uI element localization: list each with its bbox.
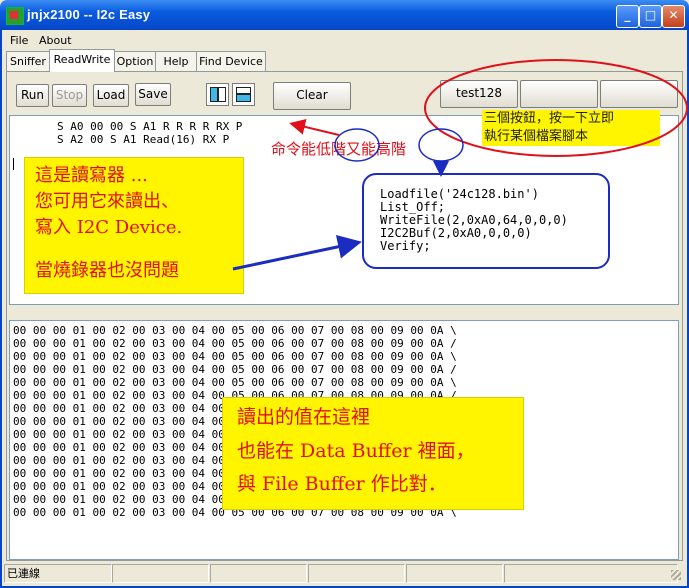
- callout-line: 您可用它來讀出、: [35, 191, 179, 212]
- script-buttons-note: 三個按鈕，按一下立即 執行某個檔案腳本: [482, 110, 660, 146]
- status-cell: [112, 564, 209, 583]
- script-example-box: Loadfile('24c128.bin') List_Off; WriteFi…: [362, 173, 610, 269]
- tab-sniffer[interactable]: Sniffer: [6, 51, 50, 71]
- status-cell: [308, 564, 405, 583]
- tab-find-device[interactable]: Find Device: [196, 51, 266, 71]
- buffer-callout: 讀出的值在這裡 也能在 Data Buffer 裡面， 與 File Buffe…: [222, 397, 524, 510]
- note-line: 三個按鈕，按一下立即: [484, 111, 615, 126]
- split-horizontal-icon[interactable]: [232, 83, 255, 106]
- note-line: 執行某個檔案腳本: [484, 129, 589, 144]
- script-line: WriteFile(2,0xA0,64,0,0,0): [380, 213, 568, 227]
- note-part-low: 低階: [316, 140, 347, 158]
- callout-line: 寫入 I2C Device.: [35, 217, 183, 238]
- resize-grip[interactable]: [671, 570, 681, 580]
- script-line: List_Off;: [380, 200, 446, 214]
- callout-line: 與 File Buffer 作比對．: [237, 473, 447, 495]
- script-button-3[interactable]: [600, 80, 678, 108]
- app-icon: [6, 7, 24, 25]
- script-button-2[interactable]: [520, 80, 598, 108]
- script-line: I2C2Buf(2,0xA0,0,0,0): [380, 226, 532, 240]
- callout-line: 當燒錄器也沒問題: [35, 260, 179, 281]
- callout-line: 也能在 Data Buffer 裡面，: [237, 440, 475, 462]
- script-button-1[interactable]: test128: [440, 80, 518, 108]
- status-cell: [406, 564, 503, 583]
- maximize-button[interactable]: □: [639, 5, 662, 28]
- clear-button[interactable]: Clear: [273, 82, 351, 110]
- note-part: 又能: [346, 140, 377, 158]
- menu-file[interactable]: File: [10, 34, 28, 47]
- hex-row: 00 00 00 01 00 02 00 03 00 04 00 05 00 0…: [13, 376, 457, 389]
- hex-row: 00 00 00 01 00 02 00 03 00 04 00 05 00 0…: [13, 324, 457, 337]
- hex-row: 00 00 00 01 00 02 00 03 00 04 00 05 00 0…: [13, 363, 457, 376]
- save-button[interactable]: Save: [135, 83, 171, 106]
- command-line: S A0 00 00 S A1 R R R R RX P: [57, 120, 243, 133]
- split-vertical-icon[interactable]: [206, 83, 229, 106]
- hex-row: 00 00 00 01 00 02 00 03 00 04 00 05 00 0…: [13, 337, 457, 350]
- minimize-button[interactable]: _: [616, 5, 639, 28]
- script-line: Verify;: [380, 239, 431, 253]
- script-line: Loadfile('24c128.bin'): [380, 187, 539, 201]
- note-part-high: 高階: [376, 140, 407, 158]
- status-cell: [504, 564, 678, 583]
- window-title: jnjx2100 -- I2c Easy: [27, 7, 151, 22]
- text-cursor: [13, 158, 14, 170]
- close-button[interactable]: ✕: [662, 5, 685, 28]
- callout-line: 讀出的值在這裡: [237, 406, 371, 428]
- stop-button[interactable]: Stop: [52, 84, 87, 107]
- connection-status: 已連線: [4, 564, 112, 583]
- hex-row: 00 00 00 01 00 02 00 03 00 04 00 05 00 0…: [13, 350, 457, 363]
- title-bar: jnjx2100 -- I2c Easy _ □ ✕: [0, 0, 689, 30]
- run-button[interactable]: Run: [16, 84, 49, 107]
- tab-help[interactable]: Help: [155, 51, 197, 71]
- status-cell: [210, 564, 307, 583]
- callout-line: 這是讀寫器 ...: [35, 165, 148, 186]
- load-button[interactable]: Load: [93, 84, 129, 107]
- read-write-callout: 這是讀寫器 ... 您可用它來讀出、 寫入 I2C Device. 當燒錄器也沒…: [24, 157, 244, 294]
- menu-about[interactable]: About: [39, 34, 72, 47]
- tab-option[interactable]: Option: [114, 51, 156, 71]
- tab-readwrite[interactable]: ReadWrite: [49, 49, 115, 72]
- status-bar: 已連線: [2, 562, 687, 584]
- command-level-note: 命令能低階又能高階: [271, 138, 406, 159]
- command-line: S A2 00 S A1 Read(16) RX P: [57, 133, 230, 146]
- note-part: 命令能: [271, 140, 317, 158]
